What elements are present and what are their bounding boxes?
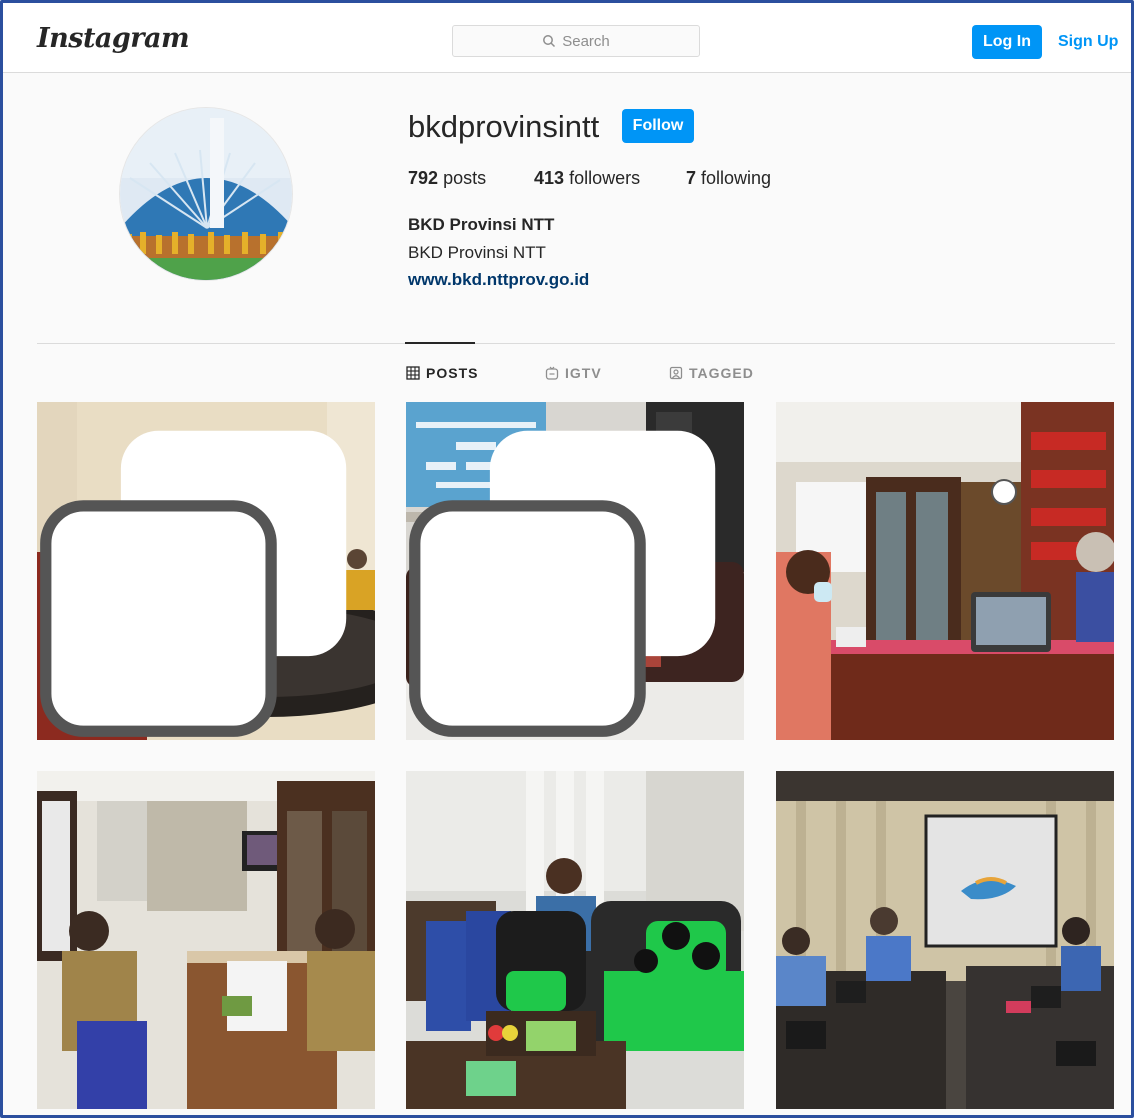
search-icon (543, 35, 556, 48)
post-thumbnail[interactable] (37, 402, 375, 740)
post-thumbnail[interactable] (776, 402, 1114, 740)
profile-stats: 792 posts 413 followers 7 following (408, 168, 771, 189)
top-nav: Instagram Search Log In Sign Up (3, 3, 1131, 73)
tab-igtv[interactable]: IGTV (545, 365, 602, 381)
tab-igtv-label: IGTV (565, 365, 602, 381)
active-tab-indicator (405, 342, 475, 344)
post-thumbnail[interactable] (406, 402, 744, 740)
multiple-posts-icon (40, 430, 347, 737)
instagram-logo[interactable]: Instagram (37, 23, 190, 54)
followers-number: 413 (534, 168, 565, 188)
tab-posts[interactable]: POSTS (406, 365, 478, 381)
posts-number: 792 (408, 168, 439, 188)
tabs-divider (37, 343, 1115, 344)
profile-username: bkdprovinsintt (408, 109, 600, 144)
tab-posts-label: POSTS (426, 365, 479, 381)
multiple-posts-icon (409, 430, 716, 737)
following-number: 7 (686, 168, 697, 188)
post-thumbnail[interactable] (406, 771, 744, 1109)
follow-button[interactable]: Follow (622, 109, 694, 143)
post-thumbnail[interactable] (37, 771, 375, 1109)
search-input[interactable]: Search (452, 25, 700, 57)
followers-label: followers (569, 168, 641, 188)
following-label: following (701, 168, 772, 188)
tab-tagged[interactable]: TAGGED (669, 365, 754, 381)
profile-avatar[interactable] (119, 107, 293, 281)
profile-full-name: BKD Provinsi NTT (408, 215, 555, 234)
tab-tagged-label: TAGGED (689, 365, 754, 381)
login-button[interactable]: Log In (972, 25, 1042, 59)
profile-website-link[interactable]: www.bkd.nttprov.go.id (408, 270, 589, 290)
following-count[interactable]: 7 following (686, 168, 771, 189)
post-thumbnail[interactable] (776, 771, 1114, 1109)
igtv-icon (545, 366, 559, 380)
tagged-icon (669, 366, 683, 380)
app-window: Instagram Search Log In Sign Up bkdprovi… (0, 0, 1134, 1118)
posts-label: posts (443, 168, 487, 188)
posts-count: 792 posts (408, 168, 534, 189)
followers-count[interactable]: 413 followers (534, 168, 686, 189)
grid-icon (406, 366, 420, 380)
profile-bio: BKD Provinsi NTT (408, 243, 546, 262)
search-placeholder: Search (562, 32, 610, 50)
signup-link[interactable]: Sign Up (1058, 33, 1118, 51)
